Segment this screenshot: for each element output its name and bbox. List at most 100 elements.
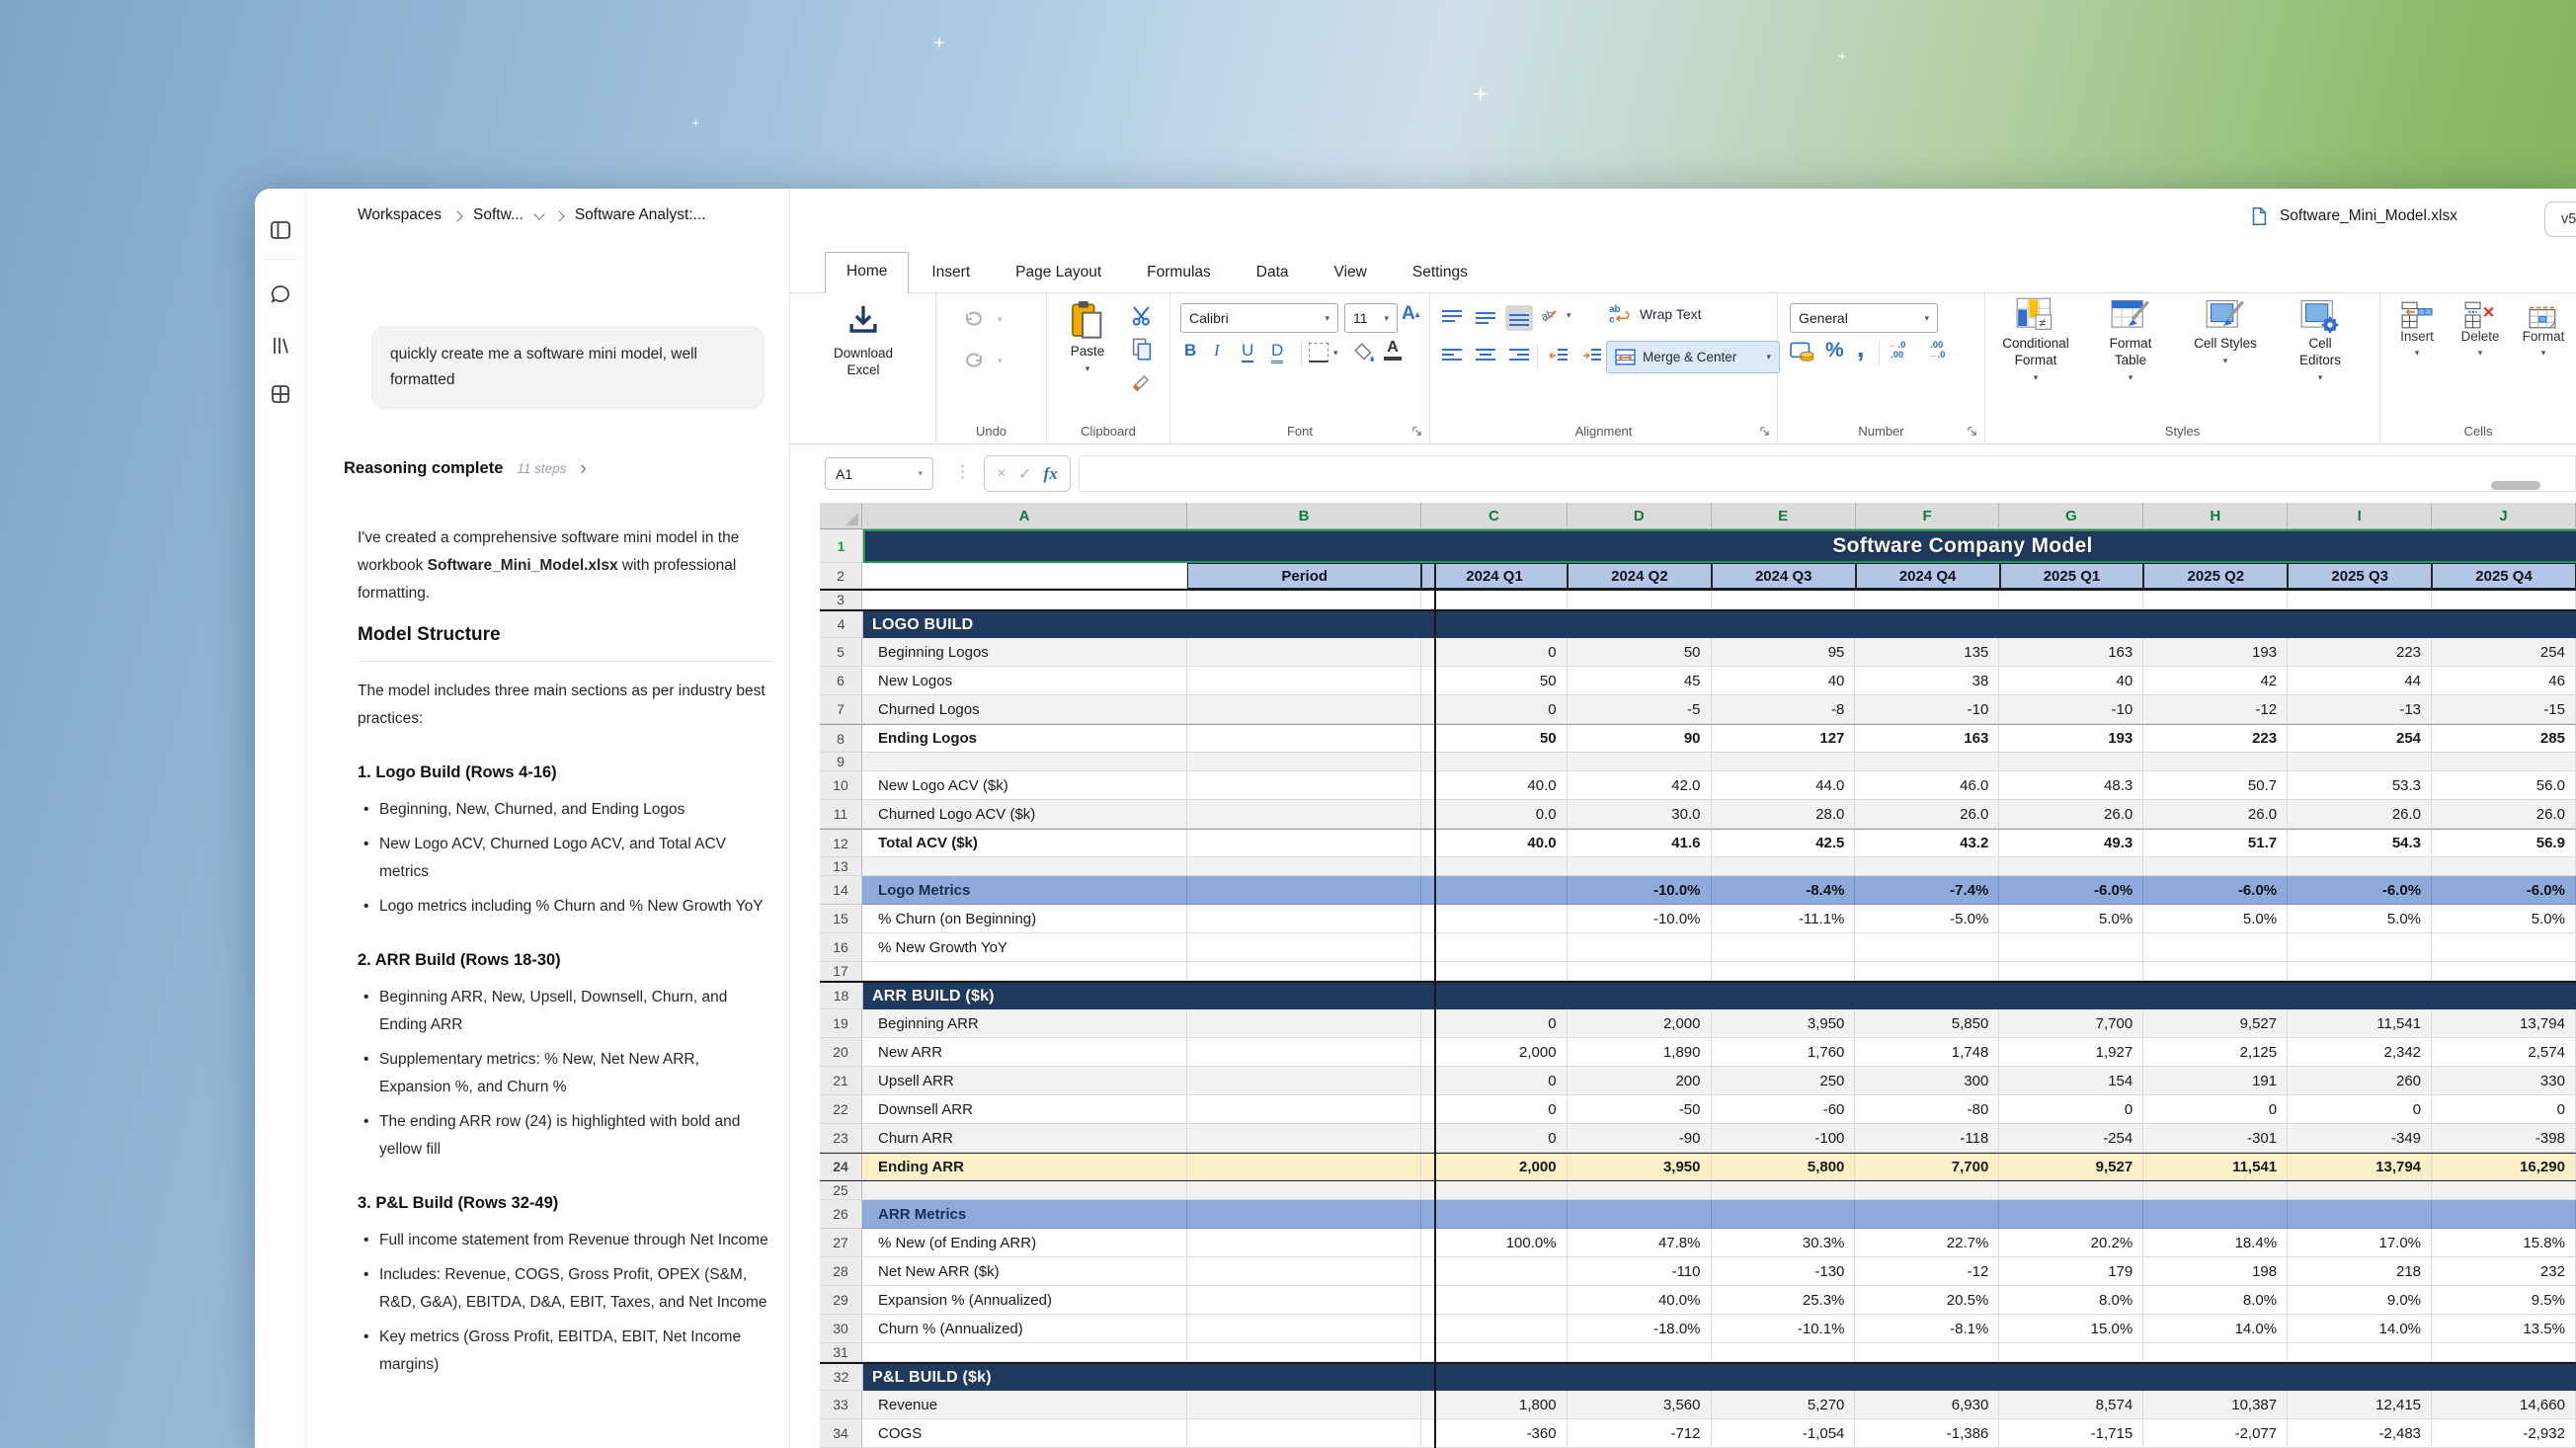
cell-I7[interactable]: -13 xyxy=(2288,695,2432,724)
cell-F27[interactable]: 22.7% xyxy=(1855,1229,1999,1257)
cell-D31[interactable] xyxy=(1568,1343,1712,1362)
cell-F34[interactable]: -1,386 xyxy=(1855,1419,1999,1448)
cell-B26[interactable] xyxy=(1187,1200,1421,1229)
cell-F19[interactable]: 5,850 xyxy=(1855,1009,1999,1038)
cell-B14[interactable] xyxy=(1187,876,1421,905)
cell-D5[interactable]: 50 xyxy=(1568,638,1712,667)
row-header-27[interactable]: 27 xyxy=(820,1229,862,1257)
cell-J23[interactable]: -398 xyxy=(2432,1124,2576,1153)
cell-J10[interactable]: 56.0 xyxy=(2432,771,2576,800)
cell-B34[interactable] xyxy=(1187,1419,1421,1448)
column-header-E[interactable]: E xyxy=(1712,503,1856,529)
cell-J14[interactable]: -6.0% xyxy=(2432,876,2576,905)
cell-J3[interactable] xyxy=(2432,591,2576,609)
cell-A24[interactable]: Ending ARR xyxy=(862,1154,1187,1180)
cell-J31[interactable] xyxy=(2432,1343,2576,1362)
cell-F33[interactable]: 6,930 xyxy=(1855,1391,1999,1419)
cell-E31[interactable] xyxy=(1712,1343,1856,1362)
cell-J11[interactable]: 26.0 xyxy=(2432,800,2576,829)
cell-F3[interactable] xyxy=(1855,591,1999,609)
cell-D22[interactable]: -50 xyxy=(1568,1095,1712,1124)
row-header-7[interactable]: 7 xyxy=(820,695,862,724)
cell-I24[interactable]: 13,794 xyxy=(2288,1154,2432,1180)
cell-D21[interactable]: 200 xyxy=(1568,1067,1712,1095)
cell-J15[interactable]: 5.0% xyxy=(2432,905,2576,933)
column-header-J[interactable]: J xyxy=(2432,503,2576,529)
cell-J30[interactable]: 13.5% xyxy=(2432,1315,2576,1343)
cell-D15[interactable]: -10.0% xyxy=(1568,905,1712,933)
cell-B6[interactable] xyxy=(1187,667,1421,695)
cell-C6[interactable]: 50 xyxy=(1421,667,1568,695)
cell-B25[interactable] xyxy=(1187,1181,1421,1200)
cell-H25[interactable] xyxy=(2143,1181,2288,1200)
cell-B3[interactable] xyxy=(1187,591,1421,609)
align-top-icon[interactable] xyxy=(1438,305,1466,331)
fx-icon[interactable]: fx xyxy=(1044,464,1058,484)
chat-icon[interactable] xyxy=(269,282,292,306)
row-header-18[interactable]: 18 xyxy=(820,983,863,1009)
cell-G30[interactable]: 15.0% xyxy=(1999,1315,2143,1343)
cell-D9[interactable] xyxy=(1568,753,1712,771)
row-header-31[interactable]: 31 xyxy=(820,1343,862,1362)
cell-A15[interactable]: % Churn (on Beginning) xyxy=(862,905,1187,933)
column-header-I[interactable]: I xyxy=(2288,503,2432,529)
cell-C5[interactable]: 0 xyxy=(1421,638,1568,667)
cell-D11[interactable]: 30.0 xyxy=(1568,800,1712,829)
cell-F29[interactable]: 20.5% xyxy=(1855,1286,1999,1315)
cell-E19[interactable]: 3,950 xyxy=(1712,1009,1856,1038)
cell-H28[interactable]: 198 xyxy=(2143,1257,2288,1286)
cell-D23[interactable]: -90 xyxy=(1568,1124,1712,1153)
cell-F8[interactable]: 163 xyxy=(1855,725,1999,753)
cell-G23[interactable]: -254 xyxy=(1999,1124,2143,1153)
cell-I33[interactable]: 12,415 xyxy=(2288,1391,2432,1419)
cell-C30[interactable] xyxy=(1421,1315,1568,1343)
cell-I13[interactable] xyxy=(2288,857,2432,876)
cell-D13[interactable] xyxy=(1568,857,1712,876)
cell-E16[interactable] xyxy=(1712,933,1856,962)
cell-I26[interactable] xyxy=(2288,1200,2432,1229)
row-header-8[interactable]: 8 xyxy=(820,725,862,753)
cell-I17[interactable] xyxy=(2288,962,2432,981)
cell-J27[interactable]: 15.8% xyxy=(2432,1229,2576,1257)
cell-A16[interactable]: % New Growth YoY xyxy=(862,933,1187,962)
cell-H14[interactable]: -6.0% xyxy=(2143,876,2288,905)
cell-J17[interactable] xyxy=(2432,962,2576,981)
cell-I28[interactable]: 218 xyxy=(2288,1257,2432,1286)
row-header-4[interactable]: 4 xyxy=(820,611,863,638)
cell-G34[interactable]: -1,715 xyxy=(1999,1419,2143,1448)
redo-button[interactable]: ▾ xyxy=(960,349,1003,372)
row-header-22[interactable]: 22 xyxy=(820,1095,862,1124)
cell-H20[interactable]: 2,125 xyxy=(2143,1038,2288,1067)
cell-A20[interactable]: New ARR xyxy=(862,1038,1187,1067)
cell-J2[interactable]: 2025 Q4 xyxy=(2432,563,2576,589)
cell-C24[interactable]: 2,000 xyxy=(1421,1154,1568,1180)
undo-button[interactable]: ▾ xyxy=(960,307,1003,331)
cell-B29[interactable] xyxy=(1187,1286,1421,1315)
cell-E14[interactable]: -8.4% xyxy=(1712,876,1856,905)
font-dialog-launcher-icon[interactable] xyxy=(1411,426,1422,437)
cell-B17[interactable] xyxy=(1187,962,1421,981)
cell-I2[interactable]: 2025 Q3 xyxy=(2288,563,2432,589)
cell-I10[interactable]: 53.3 xyxy=(2288,771,2432,800)
cell-C34[interactable]: -360 xyxy=(1421,1419,1568,1448)
column-header-D[interactable]: D xyxy=(1568,503,1712,529)
cell-I19[interactable]: 11,541 xyxy=(2288,1009,2432,1038)
cell-B16[interactable] xyxy=(1187,933,1421,962)
cell-B27[interactable] xyxy=(1187,1229,1421,1257)
cell-E17[interactable] xyxy=(1712,962,1856,981)
cell-E33[interactable]: 5,270 xyxy=(1712,1391,1856,1419)
row-header-6[interactable]: 6 xyxy=(820,667,862,695)
double-underline-button[interactable]: D xyxy=(1271,341,1283,363)
cell-D19[interactable]: 2,000 xyxy=(1568,1009,1712,1038)
cell-D17[interactable] xyxy=(1568,962,1712,981)
cell-A9[interactable] xyxy=(862,753,1187,771)
cell-E8[interactable]: 127 xyxy=(1712,725,1856,753)
cell-B7[interactable] xyxy=(1187,695,1421,724)
cell-G2[interactable]: 2025 Q1 xyxy=(2000,563,2144,589)
cell-H26[interactable] xyxy=(2143,1200,2288,1229)
fill-color-icon[interactable] xyxy=(1352,341,1376,364)
cell-A12[interactable]: Total ACV ($k) xyxy=(862,830,1187,857)
cell-F12[interactable]: 43.2 xyxy=(1855,830,1999,857)
horizontal-scrollbar-thumb[interactable] xyxy=(2491,481,2540,490)
cell-D8[interactable]: 90 xyxy=(1568,725,1712,753)
